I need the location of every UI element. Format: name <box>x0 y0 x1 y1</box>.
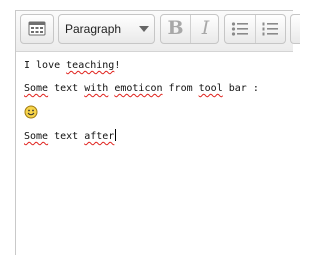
misspelled-word: teaching <box>66 60 115 71</box>
format-select-value: Paragraph <box>65 22 122 36</box>
paragraph-format-select[interactable]: Paragraph <box>58 14 155 44</box>
text-run: ! <box>114 60 121 71</box>
text-editor: Paragraph B I I love teaching! Some text… <box>15 10 300 255</box>
paragraph: Some text with emoticon from tool bar : <box>24 82 287 95</box>
editor-content-area[interactable]: I love teaching! Some text with emoticon… <box>24 59 287 153</box>
smiley-emoticon-icon <box>24 105 38 119</box>
misspelled-word: tool <box>198 83 223 94</box>
paragraph <box>24 105 287 119</box>
editor-toolbar: Paragraph B I <box>16 11 300 52</box>
divider <box>255 15 256 43</box>
misspelled-word: after <box>84 131 115 142</box>
bold-button[interactable]: B <box>161 17 190 39</box>
misspelled-word: emoticon <box>114 83 163 94</box>
text-style-group: B I <box>160 14 219 44</box>
text-run: text <box>48 83 85 94</box>
list-group <box>224 14 286 44</box>
numbered-list-button[interactable] <box>261 21 279 41</box>
toolbar-overflow-button[interactable] <box>290 14 300 44</box>
bullet-list-button[interactable] <box>231 21 249 41</box>
misspelled-word: with <box>84 83 109 94</box>
toolbar-toggle-button[interactable] <box>20 14 54 44</box>
misspelled-word: Some <box>24 131 49 142</box>
text-run: text <box>48 131 85 142</box>
text-run: from <box>162 83 199 94</box>
misspelled-word: Some <box>24 83 49 94</box>
paragraph: I love teaching! <box>24 59 287 72</box>
text-cursor <box>115 129 117 141</box>
paragraph: Some text after <box>24 129 287 143</box>
italic-button[interactable]: I <box>191 17 220 39</box>
text-run: I love <box>24 60 67 71</box>
chevron-down-icon <box>139 26 149 32</box>
numbered-list-icon <box>262 22 278 36</box>
bullet-list-icon <box>231 22 248 36</box>
toolbar-toggle-icon <box>28 21 46 36</box>
text-run: bar : <box>222 83 259 94</box>
